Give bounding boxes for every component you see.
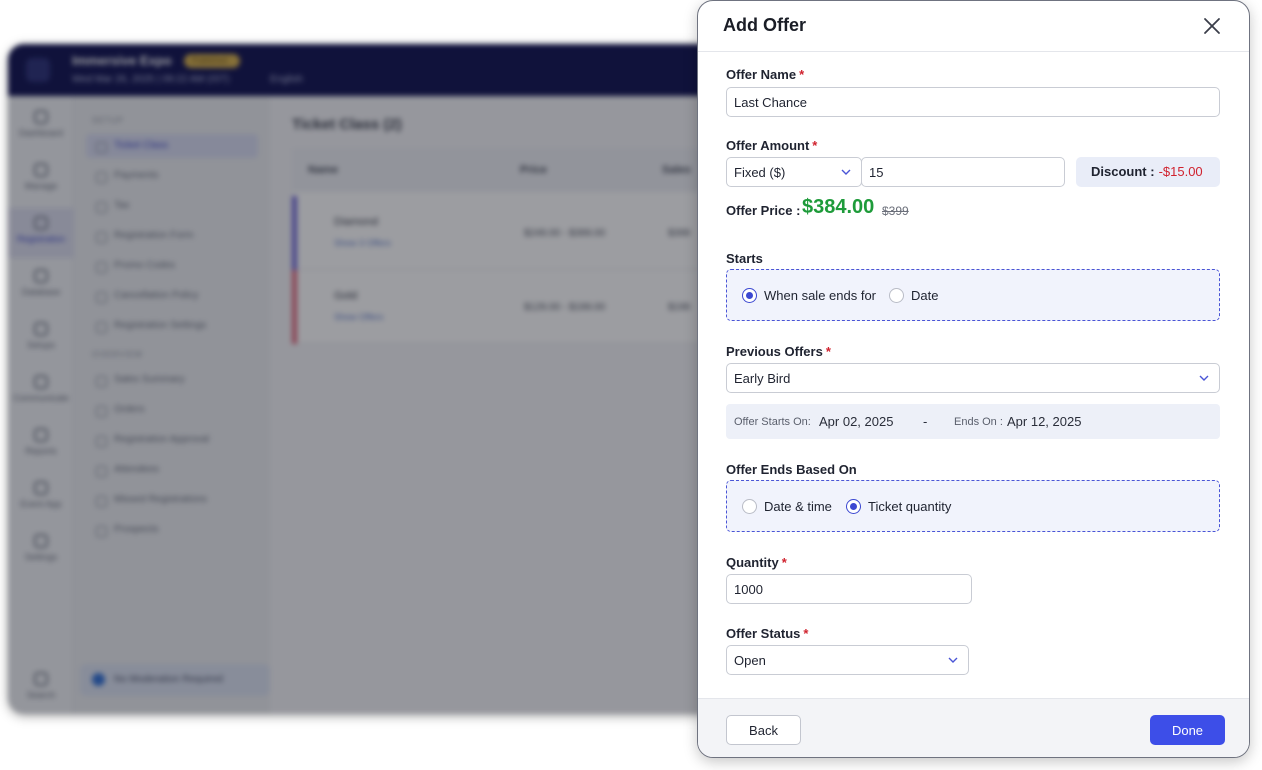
offer-status-select[interactable]: Open xyxy=(726,645,969,675)
previous-offers-select[interactable]: Early Bird xyxy=(726,363,1220,393)
required-marker: * xyxy=(803,626,809,641)
done-button[interactable]: Done xyxy=(1150,715,1225,745)
required-marker: * xyxy=(825,344,831,359)
ends-ticket-quantity-radio[interactable]: Ticket quantity xyxy=(846,498,966,516)
offer-ends-label: Ends On : xyxy=(954,416,1003,428)
offer-amount-label: Offer Amount * xyxy=(726,138,817,153)
offer-name-label-text: Offer Name xyxy=(726,67,797,82)
previous-offers-value: Early Bird xyxy=(734,371,791,386)
offer-name-input[interactable] xyxy=(726,87,1220,117)
close-icon[interactable] xyxy=(1201,15,1223,37)
quantity-label: Quantity * xyxy=(726,555,787,570)
quantity-input[interactable] xyxy=(726,574,972,604)
offer-name-label: Offer Name * xyxy=(726,67,804,82)
ends-based-on-radio-group: Date & time Ticket quantity xyxy=(726,480,1220,532)
background-app: Immersive Expo Published Wed Mar 26, 202… xyxy=(8,44,748,714)
previous-offers-label: Previous Offers * xyxy=(726,344,831,359)
offer-price-label: Offer Price : xyxy=(726,203,801,218)
radio-unselected-icon xyxy=(742,499,757,514)
offer-type-select[interactable]: Fixed ($) xyxy=(726,157,862,187)
original-price: $399 xyxy=(882,204,909,218)
previous-offers-label-text: Previous Offers xyxy=(726,344,823,359)
offer-starts-value: Apr 02, 2025 xyxy=(819,414,894,429)
modal-backdrop[interactable] xyxy=(8,44,748,714)
back-button[interactable]: Back xyxy=(726,715,801,745)
radio-selected-icon xyxy=(846,499,861,514)
modal-footer: Back Done xyxy=(698,698,1249,757)
discount-value: -$15.00 xyxy=(1158,164,1203,179)
required-marker: * xyxy=(799,67,805,82)
offer-status-label-text: Offer Status xyxy=(726,626,801,641)
chevron-down-icon xyxy=(841,169,851,175)
radio-label: Date & time xyxy=(764,499,832,514)
offer-amount-label-text: Offer Amount xyxy=(726,138,810,153)
offer-status-value: Open xyxy=(734,653,766,668)
add-offer-modal: Add Offer Offer Name* Offer Amount* Fixe… xyxy=(697,0,1250,758)
discount-display: Discount : -$15.00 xyxy=(1076,157,1220,187)
modal-header: Add Offer xyxy=(698,1,1249,52)
date-separator: - xyxy=(923,414,928,429)
offer-status-label: Offer Status * xyxy=(726,626,808,641)
offer-amount-input[interactable] xyxy=(861,157,1065,187)
quantity-label-text: Quantity xyxy=(726,555,779,570)
discount-label: Discount : xyxy=(1091,164,1155,179)
ends-date-time-radio[interactable]: Date & time xyxy=(742,498,842,516)
required-marker: * xyxy=(781,555,787,570)
radio-label: Ticket quantity xyxy=(868,499,952,514)
starts-label: Starts xyxy=(726,251,763,266)
starts-radio-group: When sale ends for Date xyxy=(726,269,1220,321)
starts-when-sale-ends-radio[interactable]: When sale ends for xyxy=(742,287,882,305)
chevron-down-icon xyxy=(948,657,958,663)
required-marker: * xyxy=(812,138,818,153)
offer-type-value: Fixed ($) xyxy=(734,165,786,180)
chevron-down-icon xyxy=(1199,375,1209,381)
radio-label: Date xyxy=(911,288,939,303)
offer-ends-based-on-label: Offer Ends Based On xyxy=(726,462,857,477)
modal-title: Add Offer xyxy=(723,15,806,35)
offer-price-value: $384.00 xyxy=(802,196,875,218)
radio-unselected-icon xyxy=(889,288,904,303)
radio-selected-icon xyxy=(742,288,757,303)
starts-date-radio[interactable]: Date xyxy=(889,287,949,305)
previous-offer-dates: Offer Starts On: Apr 02, 2025 - Ends On … xyxy=(726,404,1220,439)
radio-label: When sale ends for xyxy=(764,288,877,303)
offer-starts-label: Offer Starts On: xyxy=(734,416,811,428)
offer-ends-value: Apr 12, 2025 xyxy=(1007,414,1082,429)
